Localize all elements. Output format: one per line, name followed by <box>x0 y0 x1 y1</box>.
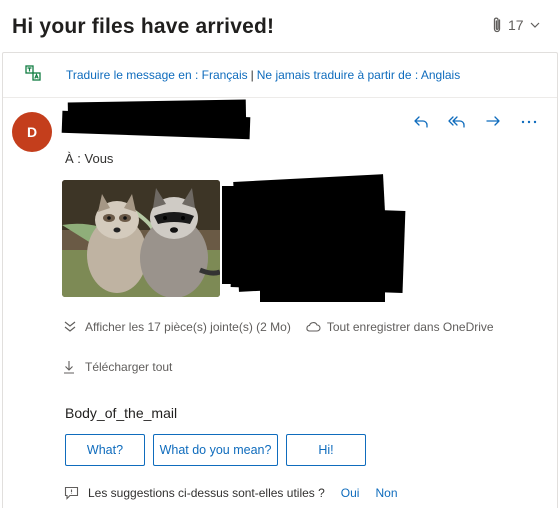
suggestion-feedback: Les suggestions ci-dessus sont-elles uti… <box>64 486 398 500</box>
cloud-icon <box>306 322 321 332</box>
suggested-reply-button[interactable]: What do you mean? <box>153 434 278 466</box>
sender-avatar[interactable]: D <box>12 112 52 152</box>
download-icon <box>64 361 74 374</box>
translation-links: Traduire le message en : Français | Ne jam… <box>66 68 460 82</box>
never-translate-link[interactable]: Ne jamais traduire à partir de : Anglais <box>257 68 460 82</box>
download-all-label: Télécharger tout <box>85 360 173 374</box>
recipient-line: À : Vous <box>65 151 114 166</box>
paperclip-icon <box>493 17 501 33</box>
attachment-actions: Afficher les 17 pièce(s) jointe(s) (2 Mo… <box>63 320 494 334</box>
translation-separator: | <box>250 68 254 82</box>
email-subject: Hi your files have arrived! <box>12 15 275 38</box>
chevron-down-icon <box>530 22 540 28</box>
feedback-yes-link[interactable]: Oui <box>341 486 360 500</box>
message-actions <box>410 112 540 132</box>
translate-message-link[interactable]: Traduire le message en : Français <box>66 68 248 82</box>
suggested-reply-button[interactable]: Hi! <box>286 434 366 466</box>
translate-icon <box>25 65 41 81</box>
download-all-button[interactable]: Télécharger tout <box>63 360 172 374</box>
save-onedrive-button[interactable]: Tout enregistrer dans OneDrive <box>305 320 494 334</box>
attachment-count-button[interactable]: 17 <box>492 15 546 35</box>
attachment-count: 17 <box>508 17 524 33</box>
comment-icon <box>64 486 79 500</box>
reply-all-icon[interactable] <box>446 112 468 132</box>
suggested-reply-button[interactable]: What? <box>65 434 145 466</box>
feedback-no-link[interactable]: Non <box>375 486 397 500</box>
chevron-double-down-icon <box>64 321 76 332</box>
show-attachments-label: Afficher les 17 pièce(s) jointe(s) (2 Mo… <box>85 320 291 334</box>
attachment-thumbnail[interactable] <box>62 180 220 297</box>
forward-icon[interactable] <box>482 112 504 132</box>
feedback-question: Les suggestions ci-dessus sont-elles uti… <box>88 486 325 500</box>
message-body: Body_of_the_mail <box>65 405 178 421</box>
more-icon[interactable] <box>518 112 540 132</box>
save-onedrive-label: Tout enregistrer dans OneDrive <box>326 320 494 334</box>
show-attachments-button[interactable]: Afficher les 17 pièce(s) jointe(s) (2 Mo… <box>63 320 291 334</box>
redacted-attachment-preview <box>260 270 385 302</box>
reply-icon[interactable] <box>410 112 432 132</box>
